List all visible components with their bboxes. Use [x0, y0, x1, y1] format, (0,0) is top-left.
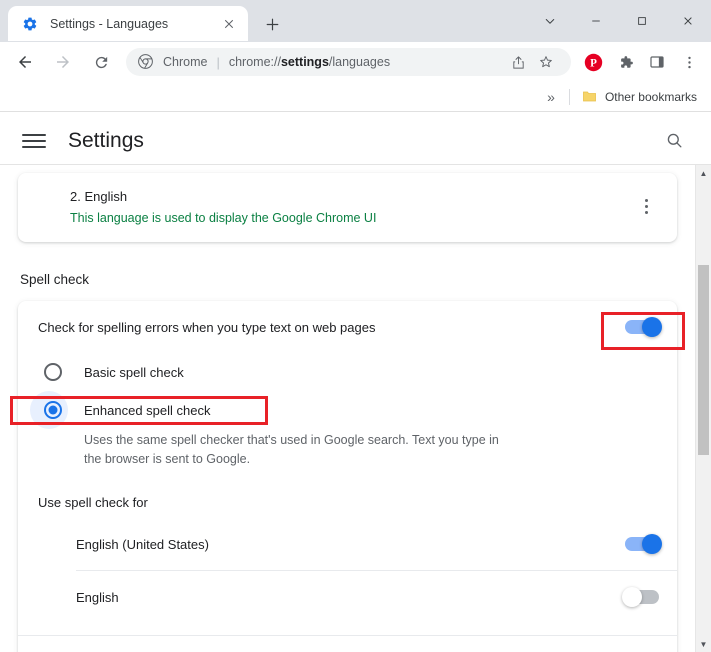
- url-bold: settings: [280, 55, 329, 69]
- scroll-down-arrow-icon[interactable]: ▼: [696, 636, 711, 652]
- gear-icon: [22, 16, 38, 32]
- window-controls: [527, 0, 711, 42]
- url-suffix: /languages: [328, 55, 391, 69]
- reload-icon[interactable]: [85, 46, 117, 78]
- spell-check-card: Check for spelling errors when you type …: [18, 301, 677, 652]
- page-title: Settings: [68, 128, 144, 152]
- basic-spell-check-label: Basic spell check: [84, 364, 184, 380]
- use-spell-check-for-label: Use spell check for: [38, 495, 148, 510]
- language-toggle-row-en[interactable]: English: [18, 571, 677, 623]
- basic-spell-check-option[interactable]: Basic spell check: [18, 353, 677, 391]
- language-item-text: 2. English This language is used to disp…: [70, 187, 633, 228]
- puzzle-icon[interactable]: [610, 47, 640, 77]
- language-label-en-us: English (United States): [76, 536, 209, 552]
- browser-window: Settings - Languages Chrome | chrome://s…: [0, 0, 711, 652]
- star-icon[interactable]: [533, 49, 559, 75]
- language-item-card[interactable]: 2. English This language is used to disp…: [18, 173, 677, 242]
- search-icon[interactable]: [659, 126, 689, 156]
- omnibox-url: chrome://settings/languages: [229, 55, 390, 69]
- back-arrow-icon[interactable]: [9, 46, 41, 78]
- three-dot-menu-icon[interactable]: [674, 47, 704, 77]
- enhanced-spell-check-option[interactable]: Enhanced spell check: [18, 391, 677, 429]
- language-three-dot-menu-icon[interactable]: [633, 193, 659, 219]
- language-toggle-en[interactable]: [622, 587, 659, 607]
- pinterest-extension-icon[interactable]: P: [578, 47, 608, 77]
- bookmarks-overflow-button[interactable]: »: [539, 89, 563, 105]
- spell-check-toggle-row[interactable]: Check for spelling errors when you type …: [18, 301, 677, 353]
- enhanced-spell-check-radio[interactable]: [44, 401, 62, 419]
- minimize-icon[interactable]: [573, 0, 619, 42]
- omnibox-actions: [505, 49, 559, 75]
- tab-close-icon[interactable]: [220, 15, 238, 33]
- language-toggle-en-us[interactable]: [625, 534, 662, 554]
- chrome-logo-icon: [138, 54, 154, 70]
- maximize-icon[interactable]: [619, 0, 665, 42]
- title-bar: Settings - Languages: [0, 0, 711, 42]
- scroll-up-arrow-icon[interactable]: ▲: [696, 165, 711, 181]
- language-toggle-row-en-us[interactable]: English (United States): [18, 518, 677, 570]
- tab-search-icon[interactable]: [527, 0, 573, 42]
- omnibox-site-label: Chrome: [163, 55, 208, 69]
- settings-scroll-content: 2. English This language is used to disp…: [0, 165, 695, 652]
- omnibox-separator: |: [216, 54, 220, 70]
- bookmarks-divider: [568, 88, 570, 105]
- tab-title: Settings - Languages: [50, 16, 169, 31]
- language-title: 2. English: [70, 189, 128, 204]
- language-label-en: English: [76, 589, 119, 605]
- folder-icon: [582, 89, 598, 105]
- basic-spell-check-radio[interactable]: [44, 363, 62, 381]
- other-bookmarks-button[interactable]: Other bookmarks: [576, 86, 703, 108]
- spell-check-section-title: Spell check: [20, 272, 90, 287]
- side-panel-icon[interactable]: [642, 47, 672, 77]
- other-bookmarks-label: Other bookmarks: [604, 89, 697, 104]
- scrollbar-thumb[interactable]: [698, 265, 709, 455]
- settings-content-area: 2. English This language is used to disp…: [0, 164, 711, 652]
- forward-arrow-icon[interactable]: [47, 46, 79, 78]
- enhanced-spell-check-label: Enhanced spell check: [84, 402, 211, 418]
- spell-check-toggle-label: Check for spelling errors when you type …: [38, 319, 376, 335]
- customize-spell-check-row[interactable]: Customize spell check ▸: [18, 635, 677, 652]
- browser-toolbar: Chrome | chrome://settings/languages P: [0, 42, 711, 82]
- browser-tab[interactable]: Settings - Languages: [8, 6, 248, 41]
- share-icon[interactable]: [505, 49, 531, 75]
- vertical-scrollbar[interactable]: ▲ ▼: [695, 165, 711, 652]
- hamburger-icon[interactable]: [22, 129, 46, 153]
- svg-text:P: P: [590, 57, 597, 69]
- url-prefix: chrome://: [228, 55, 281, 69]
- close-icon[interactable]: [665, 0, 711, 42]
- bookmarks-bar: » Other bookmarks: [0, 82, 711, 112]
- language-subtitle: This language is used to display the Goo…: [70, 211, 377, 225]
- enhanced-spell-check-description: Uses the same spell checker that's used …: [84, 433, 499, 466]
- new-tab-button[interactable]: [258, 10, 286, 38]
- settings-header: Settings: [0, 112, 711, 170]
- address-bar[interactable]: Chrome | chrome://settings/languages: [126, 48, 571, 76]
- spell-check-toggle[interactable]: [625, 317, 662, 337]
